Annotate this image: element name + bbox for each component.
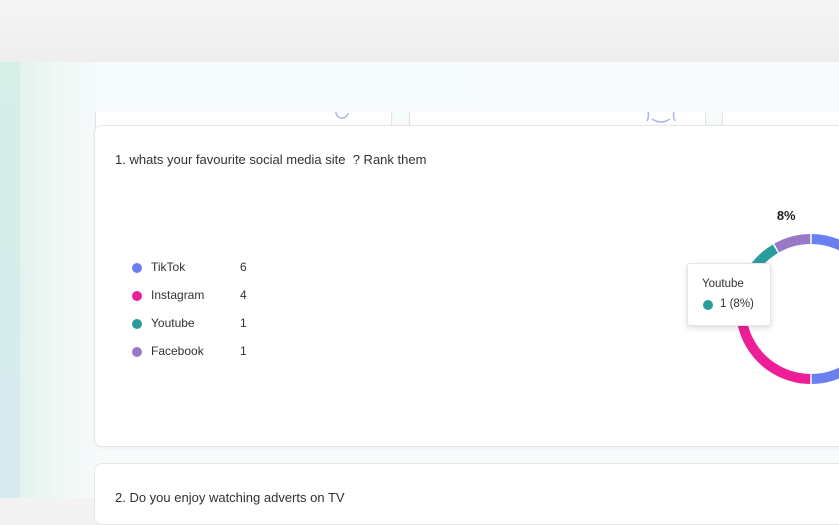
legend-label: Instagram bbox=[151, 288, 205, 302]
legend-color-dot bbox=[132, 319, 142, 329]
chart-tooltip: Youtube 1 (8%) bbox=[687, 263, 771, 326]
donut-slice-facebook[interactable] bbox=[774, 234, 811, 253]
legend-count: 1 bbox=[240, 344, 247, 358]
legend-color-dot bbox=[132, 291, 142, 301]
legend-label: Facebook bbox=[151, 344, 204, 358]
tooltip-color-dot bbox=[703, 300, 713, 310]
legend-count: 1 bbox=[240, 316, 247, 330]
tooltip-label: Youtube bbox=[702, 278, 744, 290]
donut-chart[interactable]: 33%8%8% bbox=[735, 206, 839, 446]
tooltip-value: 1 (8%) bbox=[720, 298, 754, 310]
question-2-card: 2. Do you enjoy watching adverts on TV bbox=[94, 463, 839, 525]
legend-label: TikTok bbox=[151, 260, 186, 274]
question-1-card: 1. whats your favourite social media sit… bbox=[94, 125, 839, 447]
legend-label: Youtube bbox=[151, 316, 195, 330]
legend-count: 6 bbox=[240, 260, 247, 274]
legend-color-dot bbox=[132, 347, 142, 357]
legend-count: 4 bbox=[240, 288, 247, 302]
slice-percent-label: 8% bbox=[777, 208, 796, 223]
question-title: 1. whats your favourite social media sit… bbox=[115, 152, 427, 167]
donut-slice-tiktok[interactable] bbox=[811, 234, 839, 384]
legend-color-dot bbox=[132, 263, 142, 273]
top-band bbox=[0, 0, 839, 62]
